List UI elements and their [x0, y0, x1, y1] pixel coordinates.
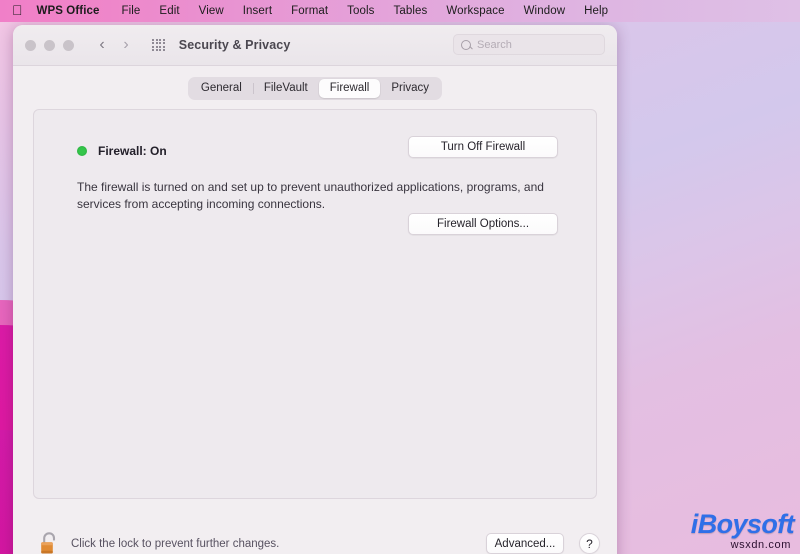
menu-item-workspace[interactable]: Workspace	[446, 5, 504, 17]
menu-item-edit[interactable]: Edit	[159, 5, 179, 17]
firewall-options-button[interactable]: Firewall Options...	[408, 213, 558, 235]
menu-item-format[interactable]: Format	[291, 5, 328, 17]
firewall-panel: Firewall: On The firewall is turned on a…	[33, 109, 597, 499]
traffic-light-buttons	[25, 39, 74, 51]
tab-bar: General FileVault Firewall Privacy	[13, 66, 617, 109]
advanced-button[interactable]: Advanced...	[486, 533, 564, 554]
status-indicator-dot	[77, 146, 87, 156]
menu-item-insert[interactable]: Insert	[243, 5, 272, 17]
search-input[interactable]: Search	[453, 34, 605, 55]
firewall-description: The firewall is turned on and set up to …	[77, 180, 544, 211]
watermark-brand: iBoysoft	[690, 509, 795, 539]
page-title: Security & Privacy	[178, 38, 291, 52]
menu-bar:  WPS Office File Edit View Insert Forma…	[0, 0, 800, 22]
back-arrow-icon[interactable]: ‹	[92, 37, 112, 53]
watermark: iBoysoft wsxdn.com	[690, 509, 795, 552]
window-titlebar: ‹ › Security & Privacy Search	[13, 25, 617, 66]
menu-item-window[interactable]: Window	[524, 5, 566, 17]
menu-item-view[interactable]: View	[199, 5, 224, 17]
help-button[interactable]: ?	[579, 533, 600, 554]
forward-arrow-icon[interactable]: ›	[116, 37, 136, 53]
window-bottom-bar: Click the lock to prevent further change…	[13, 522, 617, 554]
show-all-grid-icon[interactable]	[152, 38, 165, 52]
lock-caption-text: Click the lock to prevent further change…	[71, 537, 280, 550]
menu-item-tools[interactable]: Tools	[347, 5, 374, 17]
apple-logo-icon[interactable]: 	[12, 3, 23, 17]
desktop-background:  WPS Office File Edit View Insert Forma…	[0, 0, 800, 554]
tab-filevault[interactable]: FileVault	[252, 79, 319, 98]
unlocked-padlock-icon[interactable]	[38, 531, 60, 554]
menu-item-help[interactable]: Help	[584, 5, 608, 17]
menu-item-tables[interactable]: Tables	[394, 5, 428, 17]
tab-general[interactable]: General	[190, 79, 253, 98]
tab-privacy[interactable]: Privacy	[380, 79, 440, 98]
tab-group: General FileVault Firewall Privacy	[187, 77, 443, 100]
menu-item-file[interactable]: File	[121, 5, 140, 17]
turn-off-firewall-button[interactable]: Turn Off Firewall	[408, 136, 558, 158]
watermark-site: wsxdn.com	[730, 539, 791, 551]
zoom-button[interactable]	[63, 39, 74, 51]
close-button[interactable]	[25, 39, 36, 51]
search-placeholder: Search	[477, 38, 512, 51]
tab-firewall[interactable]: Firewall	[318, 79, 381, 98]
security-privacy-window: ‹ › Security & Privacy Search General Fi…	[13, 25, 617, 554]
firewall-status-label: Firewall: On	[98, 144, 167, 158]
search-icon	[461, 39, 471, 50]
minimize-button[interactable]	[44, 39, 55, 51]
menu-item-wps-office[interactable]: WPS Office	[37, 5, 100, 17]
firewall-status-row: Firewall: On	[77, 144, 167, 158]
